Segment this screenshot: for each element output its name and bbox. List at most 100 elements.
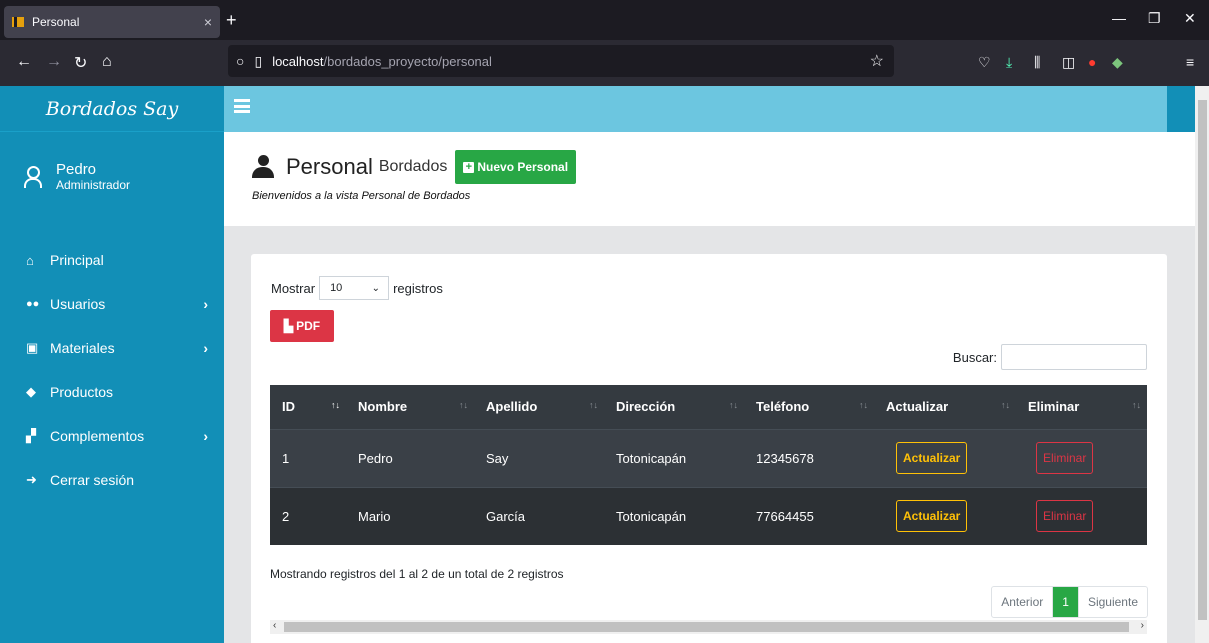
search-control: Buscar: <box>953 344 1147 370</box>
column-header-label: Dirección <box>616 399 676 415</box>
toolbox-icon: ▣ <box>26 340 39 355</box>
table-card: Mostrar 10 ⌄ registros ▙ PDF Buscar: ID ↑↓ … <box>251 254 1167 643</box>
new-tab-button[interactable]: + <box>226 10 237 31</box>
vertical-scrollbar[interactable] <box>1195 86 1209 643</box>
update-button[interactable]: Actualizar <box>896 500 968 533</box>
sort-icon: ↑↓ <box>1001 400 1010 410</box>
users-icon: ●● <box>26 298 40 310</box>
column-header-id[interactable]: ID ↑↓ <box>270 385 346 430</box>
pocket-icon[interactable]: ♡ <box>978 54 991 71</box>
user-role: Administrador <box>56 177 131 192</box>
column-header-label: Teléfono <box>756 399 810 415</box>
column-header-label: Actualizar <box>886 399 949 415</box>
pdf-button[interactable]: ▙ PDF <box>270 310 334 342</box>
sidebar-item-usuarios[interactable]: ●● Usuarios › <box>0 282 224 326</box>
sort-icon: ↑↓ <box>729 400 738 410</box>
previous-page-button[interactable]: Anterior <box>992 587 1052 617</box>
sidebar-item-complementos[interactable]: ▞ Complementos › <box>0 414 224 458</box>
menu-icon[interactable]: ≡ <box>1186 54 1194 70</box>
table-info: Mostrando registros del 1 al 2 de un tot… <box>270 567 564 581</box>
tab-close-icon[interactable]: × <box>204 14 212 30</box>
page-length-value: 10 <box>330 282 343 294</box>
new-personal-button[interactable]: + Nuevo Personal <box>455 150 577 184</box>
home-browser-icon[interactable]: ⌂ <box>102 53 112 71</box>
update-button[interactable]: Actualizar <box>896 442 968 474</box>
sign-out-icon: ➜ <box>26 472 37 487</box>
hamburger-menu-icon[interactable] <box>234 99 250 113</box>
browser-tab[interactable]: Personal × <box>4 6 220 38</box>
column-header-telefono[interactable]: Teléfono ↑↓ <box>744 385 874 430</box>
extension2-icon[interactable]: ◆ <box>1112 54 1123 71</box>
table-header-row: ID ↑↓ Nombre ↑↓ Apellido ↑↓ Dirección ↑↓ Tel… <box>270 385 1147 430</box>
personal-table: ID ↑↓ Nombre ↑↓ Apellido ↑↓ Dirección ↑↓ Tel… <box>270 385 1147 545</box>
cell-id: 1 <box>270 428 346 487</box>
cell-nombre: Mario <box>346 486 474 545</box>
close-window-icon[interactable]: ✕ <box>1184 10 1196 27</box>
cell-actualizar: Actualizar <box>874 486 1016 545</box>
table-row: 1 Pedro Say Totonicapán 12345678 Actuali… <box>270 428 1147 487</box>
column-header-nombre[interactable]: Nombre ↑↓ <box>346 385 474 430</box>
sort-icon: ↑↓ <box>859 400 868 410</box>
restore-icon[interactable]: ❐ <box>1148 10 1161 27</box>
sidebar-item-productos[interactable]: ◆ Productos <box>0 370 224 414</box>
page-length-select[interactable]: 10 ⌄ <box>319 276 390 300</box>
chevron-down-icon: ⌄ <box>371 282 381 294</box>
cell-eliminar: Eliminar <box>1016 428 1147 487</box>
user-panel: Pedro Administrador <box>0 132 224 220</box>
brand-logo[interactable]: Bordados Say <box>0 86 224 132</box>
sidebar-item-label: Materiales <box>50 340 115 356</box>
scroll-right-icon[interactable]: › <box>1141 620 1144 631</box>
cell-actualizar: Actualizar <box>874 428 1016 487</box>
column-header-eliminar[interactable]: Eliminar ↑↓ <box>1016 385 1147 430</box>
column-header-label: Nombre <box>358 399 408 415</box>
cell-id: 2 <box>270 486 346 545</box>
sidebar-item-principal[interactable]: ⌂ Principal <box>0 238 224 282</box>
search-input[interactable] <box>1001 344 1147 370</box>
url-path: /bordados_proyecto/personal <box>323 53 492 69</box>
page-subtitle: Bordados <box>378 158 448 175</box>
dolly-icon: ▞ <box>26 428 36 443</box>
sidebar-menu: ⌂ Principal ●● Usuarios › ▣ Materiales › ◆ Pro… <box>0 238 224 502</box>
welcome-text: Bienvenidos a la vista Personal de Borda… <box>252 190 471 202</box>
sidebar-item-materiales[interactable]: ▣ Materiales › <box>0 326 224 370</box>
back-icon[interactable]: ← <box>16 53 32 71</box>
cell-nombre: Pedro <box>346 428 474 487</box>
reload-icon[interactable]: ↻ <box>74 53 87 73</box>
sort-icon: ↑↓ <box>589 400 598 410</box>
sidebar-item-cerrar-sesion[interactable]: ➜ Cerrar sesión <box>0 458 224 502</box>
home-icon: ⌂ <box>26 252 34 268</box>
scrollbar-thumb[interactable] <box>1198 100 1207 620</box>
table-row: 2 Mario García Totonicapán 77664455 Actu… <box>270 486 1147 545</box>
delete-button[interactable]: Eliminar <box>1036 500 1094 533</box>
sidebar-item-label: Productos <box>50 384 114 400</box>
page-1-button[interactable]: 1 <box>1052 587 1079 617</box>
favicon-icon <box>12 17 24 27</box>
forward-icon[interactable]: → <box>46 53 62 71</box>
scroll-left-icon[interactable]: ‹ <box>273 620 276 631</box>
column-header-direccion[interactable]: Dirección ↑↓ <box>604 385 744 430</box>
extension-icon[interactable]: ● <box>1088 54 1096 70</box>
shield-icon: ○ <box>236 53 245 69</box>
browser-nav-bar: ← → ↻ ⌂ ○ ▯ localhost /bordados_proyecto… <box>0 40 1209 86</box>
pagination: Anterior 1 Siguiente <box>991 586 1148 618</box>
column-header-apellido[interactable]: Apellido ↑↓ <box>474 385 604 430</box>
search-label: Buscar: <box>952 349 997 365</box>
cell-apellido: Say <box>474 428 604 487</box>
user-name: Pedro <box>56 160 97 178</box>
sidebar: Bordados Say Pedro Administrador ⌂ Princi… <box>0 86 224 643</box>
scrollbar-thumb[interactable] <box>284 622 1129 632</box>
sidebar-toggle-icon[interactable]: ◫ <box>1062 54 1075 71</box>
url-bar[interactable]: ○ ▯ localhost /bordados_proyecto/persona… <box>228 45 894 77</box>
download-icon[interactable]: ⤓ <box>1006 54 1012 71</box>
next-page-button[interactable]: Siguiente <box>1079 587 1147 617</box>
column-header-actualizar[interactable]: Actualizar ↑↓ <box>874 385 1016 430</box>
sidebar-item-label: Complementos <box>50 428 145 444</box>
page-length-control: Mostrar 10 ⌄ registros <box>271 276 443 300</box>
sort-icon: ↑↓ <box>331 400 340 410</box>
minimize-icon[interactable]: — <box>1112 10 1126 26</box>
horizontal-scrollbar[interactable]: ‹ › <box>270 620 1147 634</box>
library-icon[interactable]: ⫼ <box>1034 54 1040 71</box>
bookmark-star-icon[interactable]: ☆ <box>870 51 884 71</box>
delete-button[interactable]: Eliminar <box>1036 442 1094 474</box>
user-icon <box>24 166 42 188</box>
